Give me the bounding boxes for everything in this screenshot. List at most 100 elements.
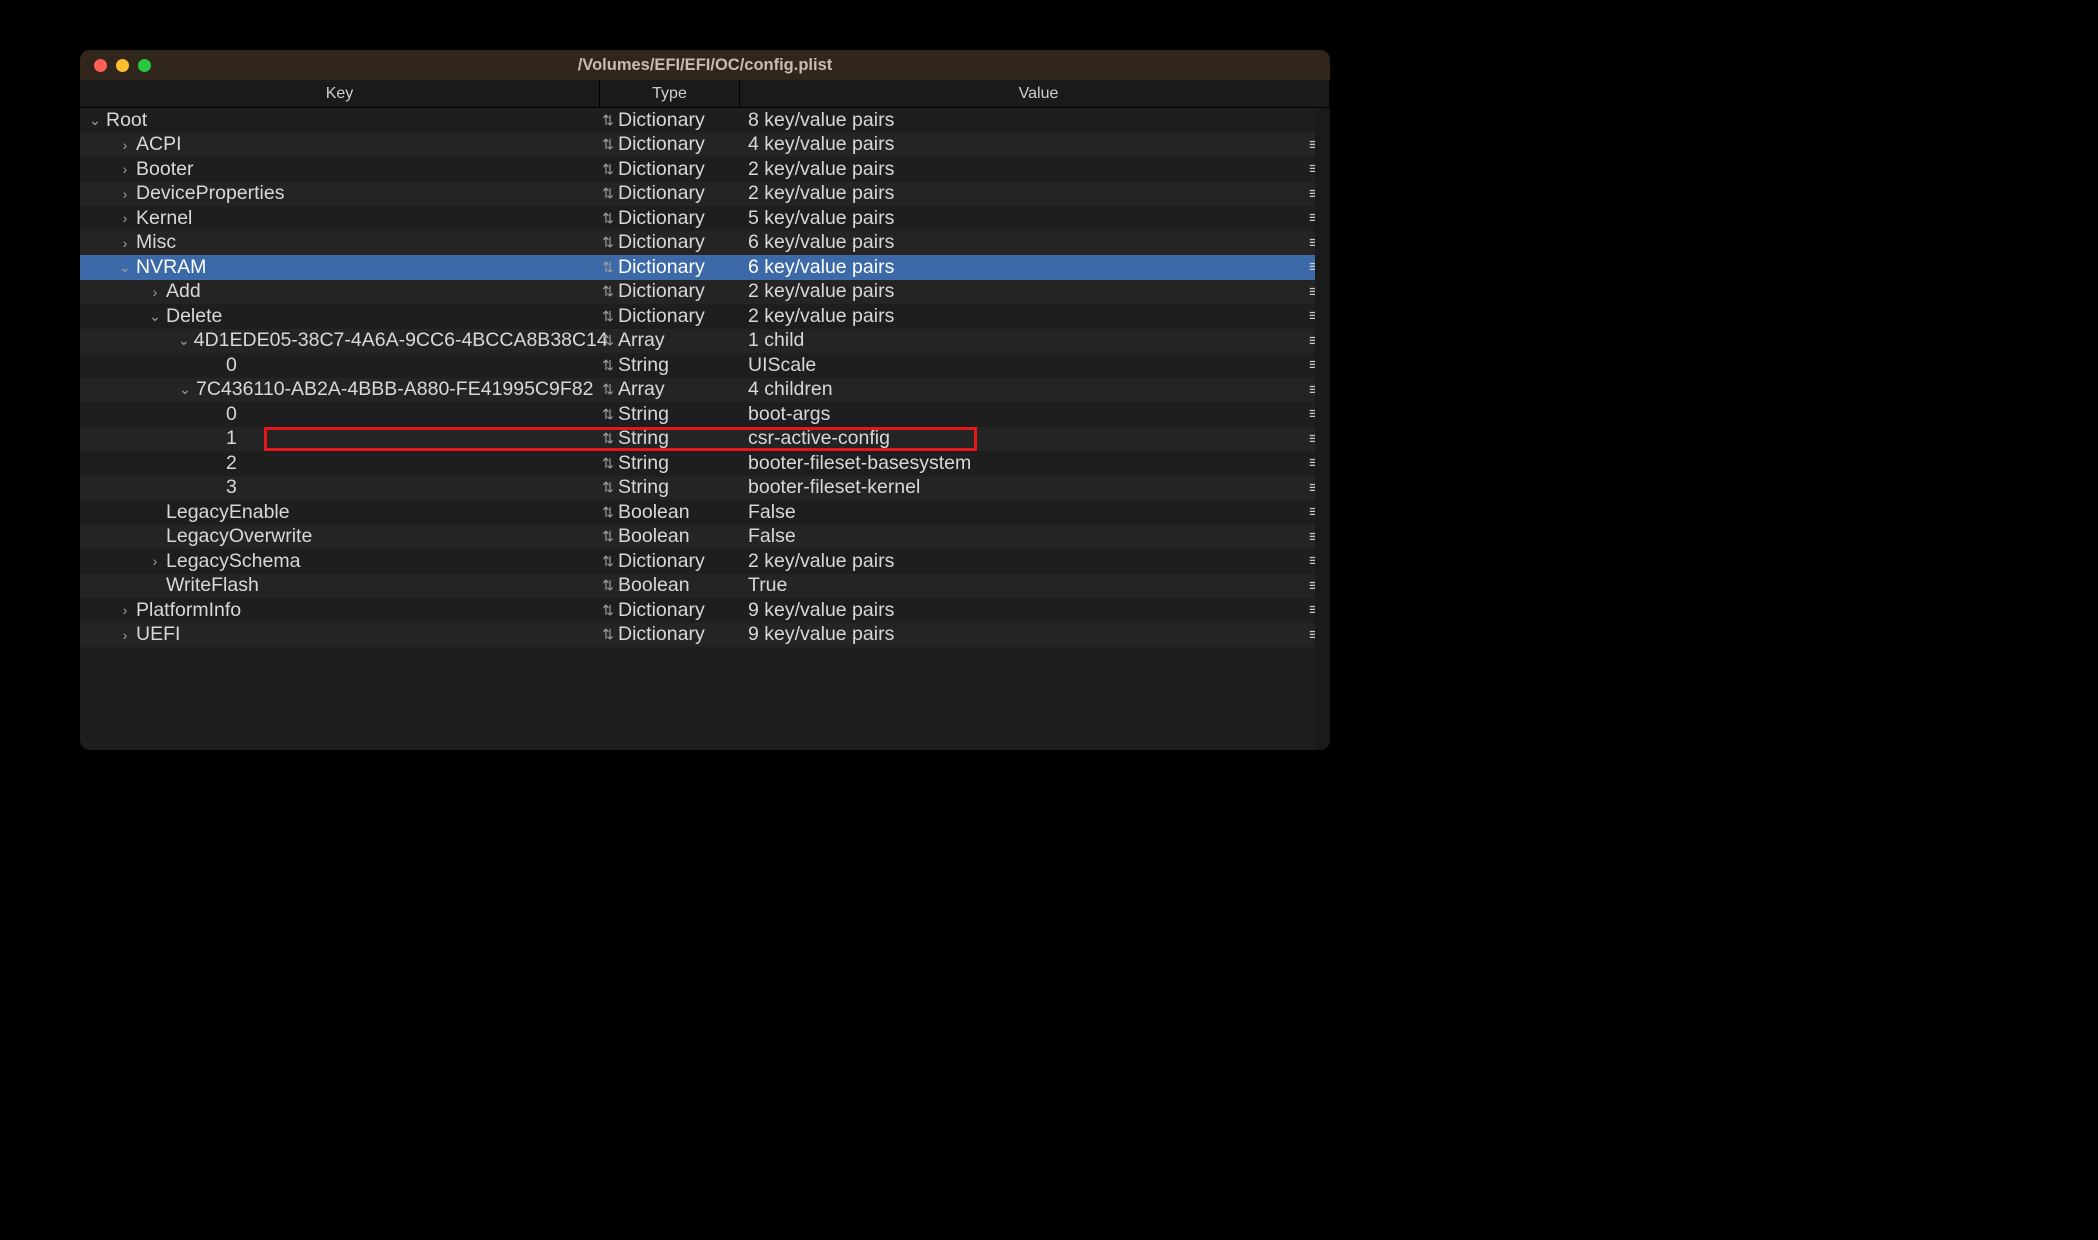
header-key[interactable]: Key xyxy=(80,80,600,107)
table-row[interactable]: ⌄4D1EDE05-38C7-4A6A-9CC6-4BCCA8B38C14⇅Ar… xyxy=(80,329,1330,354)
table-row[interactable]: WriteFlash⇅BooleanTrue≡ xyxy=(80,574,1330,599)
type-cell[interactable]: ⇅String xyxy=(600,476,740,499)
value-cell[interactable]: 1 child xyxy=(740,329,1298,352)
chevron-right-icon[interactable]: › xyxy=(148,285,162,299)
value-cell[interactable]: 2 key/value pairs xyxy=(740,305,1298,328)
chevron-down-icon[interactable]: ⌄ xyxy=(178,334,190,348)
key-cell[interactable]: ›Add xyxy=(80,280,600,303)
type-cell[interactable]: ⇅Dictionary xyxy=(600,231,740,254)
type-cell[interactable]: ⇅String xyxy=(600,427,740,450)
chevron-down-icon[interactable]: ⌄ xyxy=(118,260,132,274)
sort-icon[interactable]: ⇅ xyxy=(600,185,616,202)
sort-icon[interactable]: ⇅ xyxy=(600,112,616,129)
key-cell[interactable]: ›Kernel xyxy=(80,207,600,230)
table-row[interactable]: ⌄Delete⇅Dictionary2 key/value pairs≡ xyxy=(80,304,1330,329)
value-cell[interactable]: UIScale xyxy=(740,354,1298,377)
titlebar[interactable]: /Volumes/EFI/EFI/OC/config.plist xyxy=(80,50,1330,80)
key-cell[interactable]: 0 xyxy=(80,354,600,377)
type-cell[interactable]: ⇅Boolean xyxy=(600,525,740,548)
sort-icon[interactable]: ⇅ xyxy=(600,234,616,251)
table-row[interactable]: ›Booter⇅Dictionary2 key/value pairs≡ xyxy=(80,157,1330,182)
table-row[interactable]: 1⇅Stringcsr-active-config≡ xyxy=(80,427,1330,452)
value-cell[interactable]: 2 key/value pairs xyxy=(740,280,1298,303)
header-value[interactable]: Value xyxy=(740,80,1330,107)
type-cell[interactable]: ⇅Dictionary xyxy=(600,109,740,132)
key-cell[interactable]: 2 xyxy=(80,452,600,475)
type-cell[interactable]: ⇅Dictionary xyxy=(600,623,740,646)
key-cell[interactable]: ›DeviceProperties xyxy=(80,182,600,205)
type-cell[interactable]: ⇅Dictionary xyxy=(600,256,740,279)
sort-icon[interactable]: ⇅ xyxy=(600,210,616,227)
key-cell[interactable]: ›LegacySchema xyxy=(80,550,600,573)
table-row[interactable]: ⌄7C436110-AB2A-4BBB-A880-FE41995C9F82⇅Ar… xyxy=(80,378,1330,403)
key-cell[interactable]: LegacyEnable xyxy=(80,501,600,524)
value-cell[interactable]: False xyxy=(740,525,1298,548)
type-cell[interactable]: ⇅Dictionary xyxy=(600,305,740,328)
table-row[interactable]: ›Kernel⇅Dictionary5 key/value pairs≡ xyxy=(80,206,1330,231)
key-cell[interactable]: ⌄NVRAM xyxy=(80,256,600,279)
table-row[interactable]: ›ACPI⇅Dictionary4 key/value pairs≡ xyxy=(80,133,1330,158)
table-row[interactable]: 0⇅StringUIScale≡ xyxy=(80,353,1330,378)
key-cell[interactable]: 1 xyxy=(80,427,600,450)
value-cell[interactable]: 2 key/value pairs xyxy=(740,158,1298,181)
chevron-right-icon[interactable]: › xyxy=(118,236,132,250)
key-cell[interactable]: 0 xyxy=(80,403,600,426)
table-row[interactable]: ⌄NVRAM⇅Dictionary6 key/value pairs≡ xyxy=(80,255,1330,280)
table-row[interactable]: ⌄Root⇅Dictionary8 key/value pairs≡ xyxy=(80,108,1330,133)
type-cell[interactable]: ⇅Dictionary xyxy=(600,280,740,303)
value-cell[interactable]: booter-fileset-basesystem xyxy=(740,452,1298,475)
type-cell[interactable]: ⇅Boolean xyxy=(600,501,740,524)
table-row[interactable]: ›UEFI⇅Dictionary9 key/value pairs≡ xyxy=(80,623,1330,648)
key-cell[interactable]: ›PlatformInfo xyxy=(80,599,600,622)
key-cell[interactable]: ›Misc xyxy=(80,231,600,254)
value-cell[interactable]: 4 key/value pairs xyxy=(740,133,1298,156)
chevron-right-icon[interactable]: › xyxy=(118,603,132,617)
value-cell[interactable]: 2 key/value pairs xyxy=(740,182,1298,205)
key-cell[interactable]: ⌄Delete xyxy=(80,305,600,328)
chevron-down-icon[interactable]: ⌄ xyxy=(178,383,192,397)
table-row[interactable]: ›Misc⇅Dictionary6 key/value pairs≡ xyxy=(80,231,1330,256)
type-cell[interactable]: ⇅Dictionary xyxy=(600,158,740,181)
value-cell[interactable]: 6 key/value pairs xyxy=(740,231,1298,254)
table-row[interactable]: ›DeviceProperties⇅Dictionary2 key/value … xyxy=(80,182,1330,207)
sort-icon[interactable]: ⇅ xyxy=(600,479,616,496)
type-cell[interactable]: ⇅Dictionary xyxy=(600,182,740,205)
type-cell[interactable]: ⇅Dictionary xyxy=(600,133,740,156)
value-cell[interactable]: 9 key/value pairs xyxy=(740,599,1298,622)
table-row[interactable]: 2⇅Stringbooter-fileset-basesystem≡ xyxy=(80,451,1330,476)
key-cell[interactable]: LegacyOverwrite xyxy=(80,525,600,548)
table-row[interactable]: ›LegacySchema⇅Dictionary2 key/value pair… xyxy=(80,549,1330,574)
sort-icon[interactable]: ⇅ xyxy=(600,553,616,570)
sort-icon[interactable]: ⇅ xyxy=(600,332,616,349)
chevron-right-icon[interactable]: › xyxy=(118,187,132,201)
sort-icon[interactable]: ⇅ xyxy=(600,577,616,594)
type-cell[interactable]: ⇅Array xyxy=(600,378,740,401)
chevron-down-icon[interactable]: ⌄ xyxy=(88,113,102,127)
value-cell[interactable]: 4 children xyxy=(740,378,1298,401)
sort-icon[interactable]: ⇅ xyxy=(600,308,616,325)
value-cell[interactable]: 6 key/value pairs xyxy=(740,256,1298,279)
sort-icon[interactable]: ⇅ xyxy=(600,504,616,521)
type-cell[interactable]: ⇅String xyxy=(600,403,740,426)
chevron-right-icon[interactable]: › xyxy=(118,138,132,152)
key-cell[interactable]: 3 xyxy=(80,476,600,499)
key-cell[interactable]: ⌄Root xyxy=(80,109,600,132)
key-cell[interactable]: WriteFlash xyxy=(80,574,600,597)
sort-icon[interactable]: ⇅ xyxy=(600,406,616,423)
chevron-right-icon[interactable]: › xyxy=(118,211,132,225)
value-cell[interactable]: True xyxy=(740,574,1298,597)
table-row[interactable]: ›Add⇅Dictionary2 key/value pairs≡ xyxy=(80,280,1330,305)
key-cell[interactable]: ⌄7C436110-AB2A-4BBB-A880-FE41995C9F82 xyxy=(80,378,600,401)
table-row[interactable]: ›PlatformInfo⇅Dictionary9 key/value pair… xyxy=(80,598,1330,623)
table-row[interactable]: 3⇅Stringbooter-fileset-kernel≡ xyxy=(80,476,1330,501)
sort-icon[interactable]: ⇅ xyxy=(600,381,616,398)
table-row[interactable]: 0⇅Stringboot-args≡ xyxy=(80,402,1330,427)
value-cell[interactable]: 2 key/value pairs xyxy=(740,550,1298,573)
scrollbar[interactable] xyxy=(1315,108,1330,750)
type-cell[interactable]: ⇅Dictionary xyxy=(600,599,740,622)
table-row[interactable]: LegacyEnable⇅BooleanFalse≡ xyxy=(80,500,1330,525)
value-cell[interactable]: 9 key/value pairs xyxy=(740,623,1298,646)
sort-icon[interactable]: ⇅ xyxy=(600,528,616,545)
value-cell[interactable]: 8 key/value pairs xyxy=(740,109,1298,132)
key-cell[interactable]: ›ACPI xyxy=(80,133,600,156)
